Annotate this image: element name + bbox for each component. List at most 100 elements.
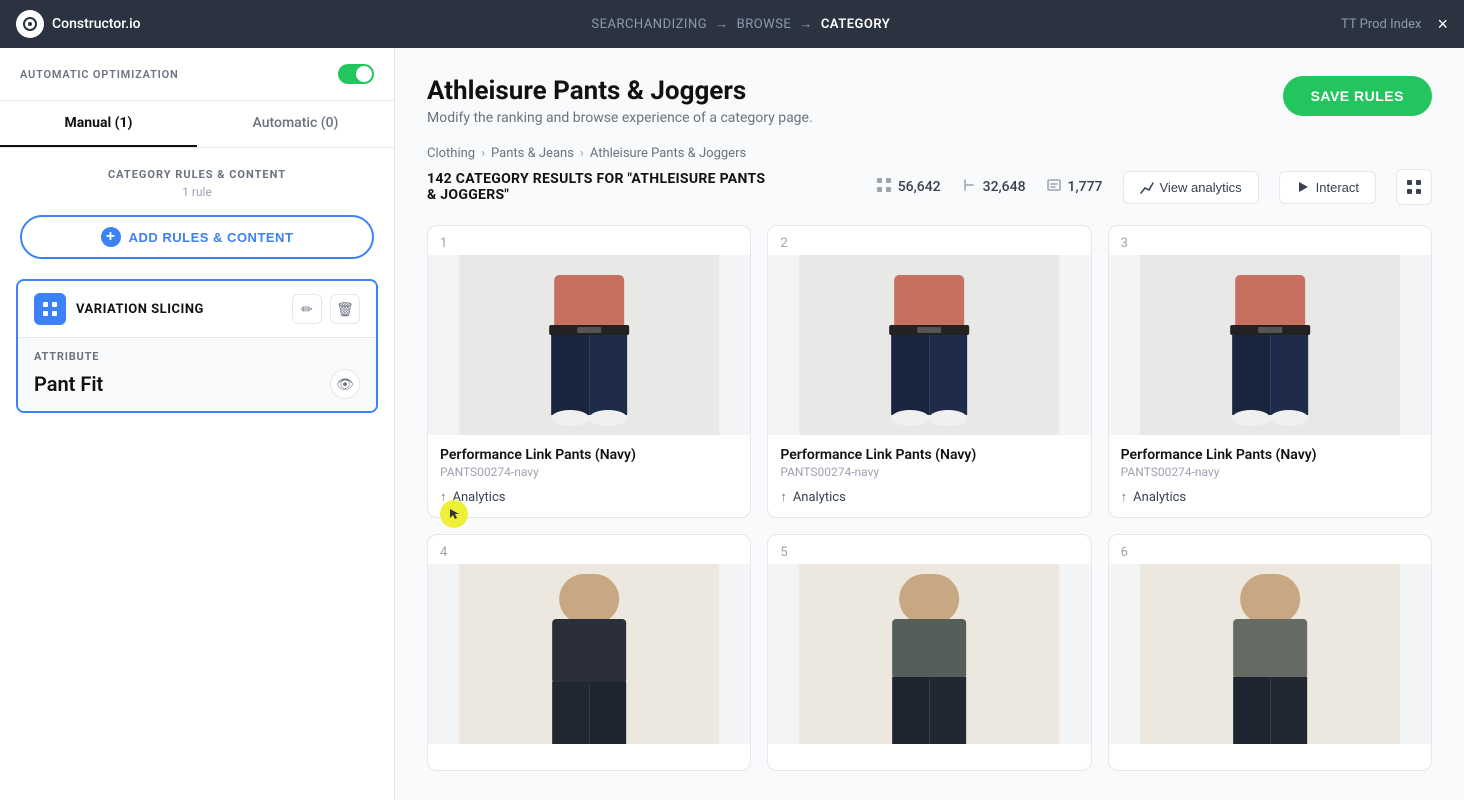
tab-manual[interactable]: Manual (1): [0, 101, 197, 147]
product-name-3: Performance Link Pants (Navy): [1121, 447, 1419, 463]
stat-clicks-value: 32,648: [983, 179, 1026, 195]
product-position-5: 5: [768, 535, 1090, 564]
rule-card-header: VARIATION SLICING ✏ 🗑: [18, 281, 376, 337]
product-card-3: 3 Performance Link Pants (Navy): [1108, 225, 1432, 518]
auto-opt-label: AUTOMATIC OPTIMIZATION: [20, 68, 179, 81]
product-name-1: Performance Link Pants (Navy): [440, 447, 738, 463]
breadcrumb-current: Athleisure Pants & Joggers: [590, 146, 746, 161]
logo-icon: [16, 10, 44, 38]
product-info-2: Performance Link Pants (Navy) PANTS00274…: [768, 435, 1090, 517]
rule-card-actions: ✏ 🗑: [292, 294, 360, 324]
section-title: CATEGORY RULES & CONTENT: [20, 168, 374, 181]
rule-delete-button[interactable]: 🗑: [330, 294, 360, 324]
page-header-left: Athleisure Pants & Joggers Modify the ra…: [427, 76, 813, 126]
product-name-2: Performance Link Pants (Navy): [780, 447, 1078, 463]
attribute-label: ATTRIBUTE: [34, 350, 360, 363]
product-analytics-1[interactable]: ↑ Analytics: [440, 489, 738, 505]
add-rules-label: ADD RULES & CONTENT: [129, 230, 294, 245]
results-text: 142 CATEGORY RESULTS FOR "ATHLEISURE PAN…: [427, 171, 767, 203]
main-layout: AUTOMATIC OPTIMIZATION Manual (1) Automa…: [0, 48, 1464, 800]
nav-right: TT Prod Index ×: [1341, 15, 1448, 33]
breadcrumb-clothing[interactable]: Clothing: [427, 146, 475, 161]
rule-card: VARIATION SLICING ✏ 🗑 ATTRIBUTE Pant Fit…: [16, 279, 378, 413]
breadcrumb-sep-2: ›: [580, 146, 584, 161]
results-bar: 142 CATEGORY RESULTS FOR "ATHLEISURE PAN…: [427, 169, 1432, 205]
product-position-2: 2: [768, 226, 1090, 255]
orders-icon: [1046, 177, 1062, 197]
product-card-5: 5: [767, 534, 1091, 771]
page-title: Athleisure Pants & Joggers: [427, 76, 813, 106]
product-card-2: 2 Performance Link Pants (Navy): [767, 225, 1091, 518]
save-rules-button[interactable]: SAVE RULES: [1283, 76, 1432, 116]
product-image-4: [428, 564, 750, 744]
rule-edit-button[interactable]: ✏: [292, 294, 322, 324]
product-image-5: [768, 564, 1090, 744]
results-stats: 56,642 32,648: [876, 169, 1432, 205]
page-subtitle: Modify the ranking and browse experience…: [427, 110, 813, 126]
product-position-3: 3: [1109, 226, 1431, 255]
product-card-1: 1: [427, 225, 751, 518]
attribute-value: Pant Fit: [34, 372, 103, 396]
attribute-value-row: Pant Fit 👁: [34, 369, 360, 399]
product-card-6: 6: [1108, 534, 1432, 771]
top-navigation: Constructor.io SEARCHANDIZING → BROWSE →…: [0, 0, 1464, 48]
interact-button[interactable]: Interact: [1279, 171, 1376, 204]
analytics-icon-1: ↑: [440, 489, 447, 505]
interact-label: Interact: [1316, 180, 1359, 195]
product-sku-2: PANTS00274-navy: [780, 465, 1078, 479]
grid-view-button[interactable]: [1396, 169, 1432, 205]
product-image-2: [768, 255, 1090, 435]
content-breadcrumb: Clothing › Pants & Jeans › Athleisure Pa…: [427, 146, 1432, 161]
nav-searchandizing[interactable]: SEARCHANDIZING: [591, 17, 707, 32]
stat-views: 56,642: [876, 177, 941, 197]
rule-type-icon: [34, 293, 66, 325]
app-logo[interactable]: Constructor.io: [16, 10, 141, 38]
close-button[interactable]: ×: [1437, 15, 1448, 33]
sidebar-rules-section: CATEGORY RULES & CONTENT 1 rule + ADD RU…: [0, 148, 394, 279]
nav-category[interactable]: CATEGORY: [821, 17, 890, 32]
nav-breadcrumb: SEARCHANDIZING → BROWSE → CATEGORY: [591, 16, 890, 32]
auto-optimization-bar: AUTOMATIC OPTIMIZATION: [0, 48, 394, 101]
add-rules-button[interactable]: + ADD RULES & CONTENT: [20, 215, 374, 259]
app-name: Constructor.io: [52, 16, 141, 32]
product-sku-1: PANTS00274-navy: [440, 465, 738, 479]
product-info-5: [768, 744, 1090, 770]
breadcrumb-sep-1: ›: [481, 146, 485, 161]
auto-opt-toggle[interactable]: [338, 64, 374, 84]
analytics-icon-2: ↑: [780, 489, 787, 505]
rule-card-body: ATTRIBUTE Pant Fit 👁: [18, 337, 376, 411]
index-label: TT Prod Index: [1341, 17, 1421, 32]
rule-title: VARIATION SLICING: [76, 302, 204, 317]
breadcrumb-pants[interactable]: Pants & Jeans: [491, 146, 574, 161]
product-image-3: [1109, 255, 1431, 435]
product-info-3: Performance Link Pants (Navy) PANTS00274…: [1109, 435, 1431, 517]
stat-orders: 1,777: [1046, 177, 1103, 197]
main-content: Athleisure Pants & Joggers Modify the ra…: [395, 48, 1464, 800]
nav-browse[interactable]: BROWSE: [737, 17, 792, 32]
product-analytics-2[interactable]: ↑ Analytics: [780, 489, 1078, 505]
plus-icon: +: [101, 227, 121, 247]
analytics-icon-3: ↑: [1121, 489, 1128, 505]
product-info-1: Performance Link Pants (Navy) PANTS00274…: [428, 435, 750, 517]
product-sku-3: PANTS00274-navy: [1121, 465, 1419, 479]
product-image-1: [428, 255, 750, 435]
product-position-4: 4: [428, 535, 750, 564]
product-position-1: 1: [428, 226, 750, 255]
stat-clicks: 32,648: [961, 177, 1026, 197]
attribute-visibility-button[interactable]: 👁: [330, 369, 360, 399]
view-analytics-button[interactable]: View analytics: [1123, 171, 1259, 204]
product-analytics-3[interactable]: ↑ Analytics: [1121, 489, 1419, 505]
product-position-6: 6: [1109, 535, 1431, 564]
product-card-4: 4: [427, 534, 751, 771]
stat-orders-value: 1,777: [1068, 179, 1103, 195]
product-grid: 1: [427, 225, 1432, 771]
stat-views-value: 56,642: [898, 179, 941, 195]
nav-arrow-1: →: [715, 16, 729, 32]
tab-automatic[interactable]: Automatic (0): [197, 101, 394, 147]
product-image-6: [1109, 564, 1431, 744]
sidebar-tabs: Manual (1) Automatic (0): [0, 101, 394, 148]
product-info-6: [1109, 744, 1431, 770]
sidebar: AUTOMATIC OPTIMIZATION Manual (1) Automa…: [0, 48, 395, 800]
nav-arrow-2: →: [799, 16, 813, 32]
rule-count: 1 rule: [20, 185, 374, 199]
